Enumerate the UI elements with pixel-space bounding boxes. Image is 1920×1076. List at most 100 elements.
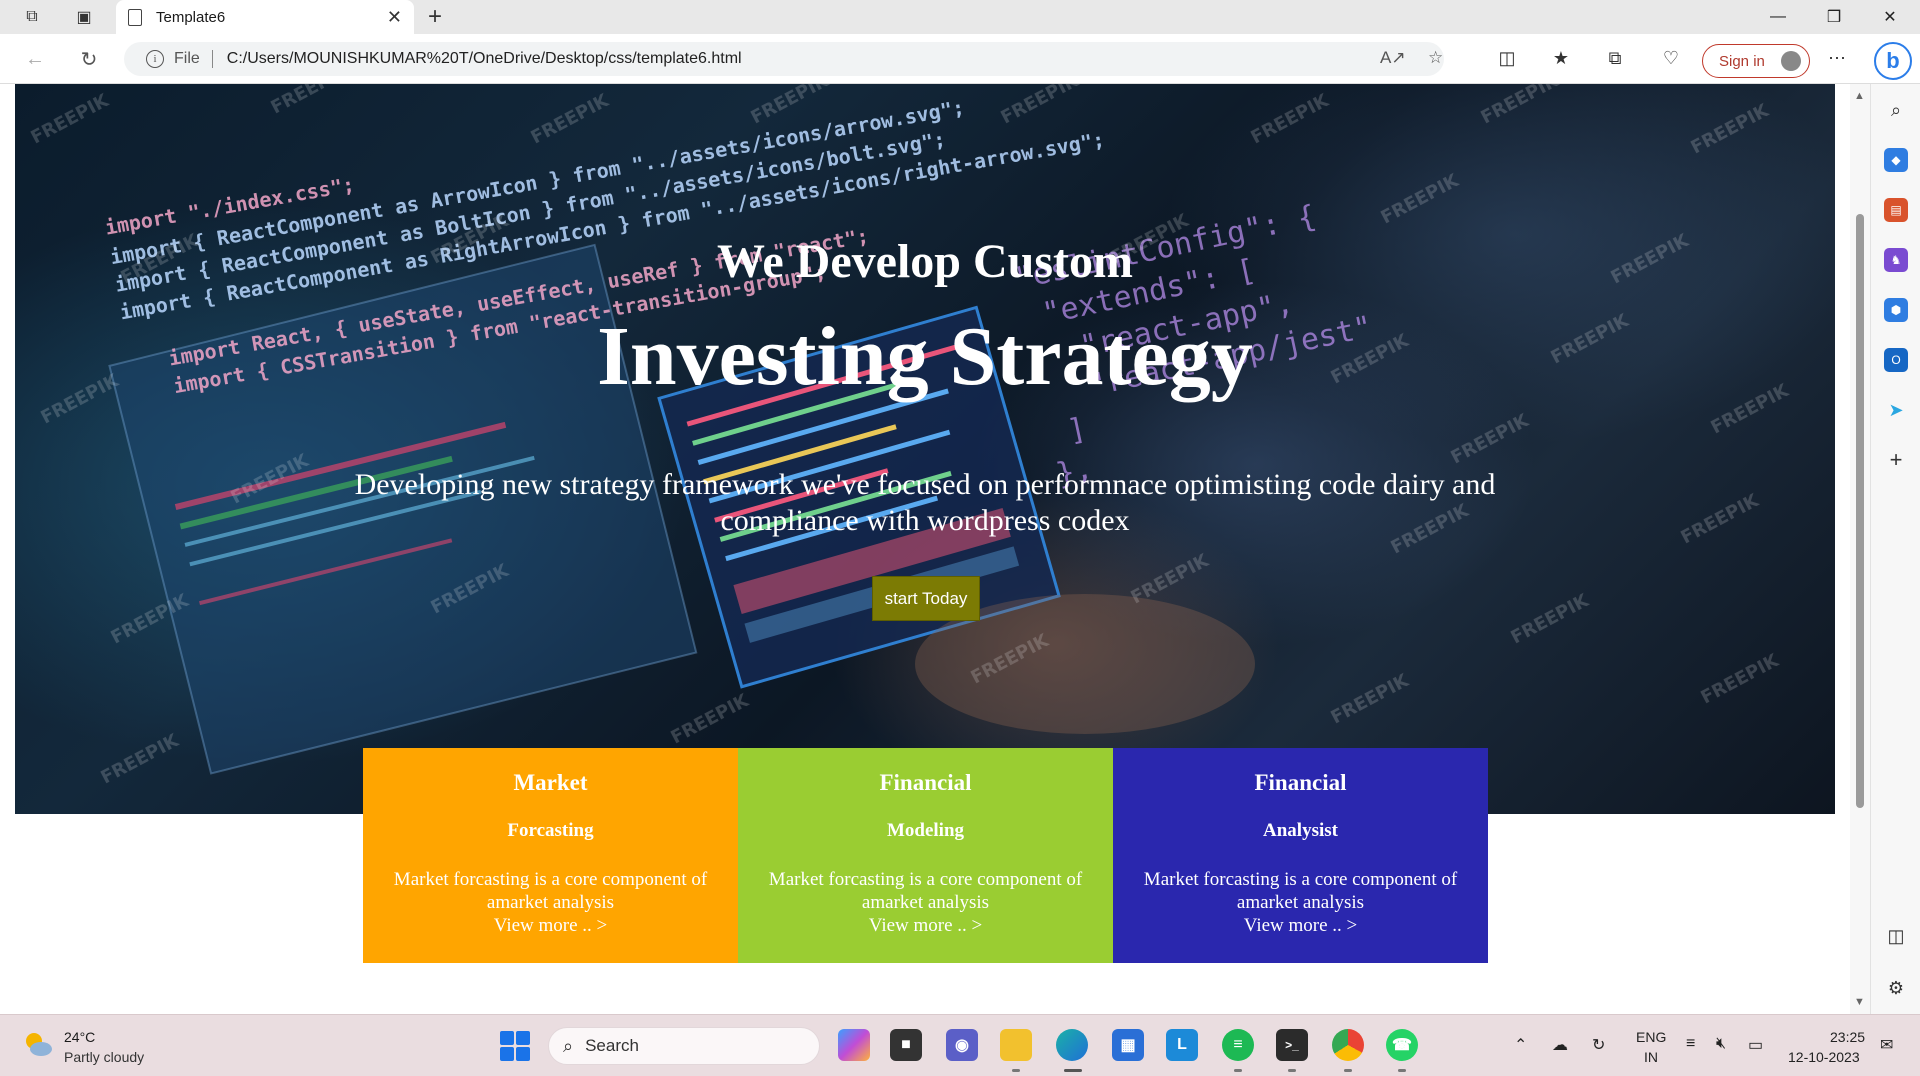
browser-tab[interactable]: Template6 ✕ [116,0,414,34]
running-indicator [1344,1069,1352,1072]
refresh-icon[interactable]: ↻ [74,44,104,74]
file-explorer-window-icon[interactable]: ■ [890,1029,922,1061]
close-tab-icon[interactable]: ✕ [387,7,402,28]
svg-text:FREEPIK: FREEPIK [1377,170,1462,229]
vertical-scrollbar[interactable]: ▲ ▼ [1850,84,1870,1014]
tools-briefcase-icon[interactable]: ▤ [1884,198,1908,222]
sign-in-button[interactable]: Sign in [1702,44,1810,78]
favorites-icon[interactable]: ★ [1548,48,1574,69]
hero-section: import "./index.css"; import { ReactComp… [15,84,1835,814]
microsoft-365-icon[interactable]: ⬢ [1884,298,1908,322]
shopping-tag-icon[interactable]: ◆ [1884,148,1908,172]
onedrive-icon[interactable]: ☁ [1552,1035,1568,1055]
svg-text:]: ] [1064,411,1089,449]
games-icon[interactable]: ♞ [1884,248,1908,272]
spotify-icon[interactable]: ≡ [1222,1029,1254,1061]
weather-condition[interactable]: Partly cloudy [64,1049,144,1065]
card-financial-analysist: Financial Analysist Market forcasting is… [1113,748,1488,963]
minimize-button[interactable]: — [1750,0,1806,34]
svg-text:FREEPIK: FREEPIK [27,90,112,149]
svg-text:FREEPIK: FREEPIK [1477,84,1562,128]
scroll-thumb[interactable] [1856,214,1864,808]
avatar-icon [1781,51,1801,71]
weather-temp[interactable]: 24°C [64,1029,95,1045]
hero-title-line1: We Develop Custom [717,235,1133,288]
bing-copilot-icon[interactable]: b [1874,42,1912,80]
card-financial-modeling: Financial Modeling Market forcasting is … [738,748,1113,963]
workspaces-icon[interactable]: ⧉ [14,0,50,34]
card-text: Market forcasting is a core component of… [1143,869,1458,913]
svg-text:FREEPIK: FREEPIK [267,84,352,118]
file-explorer-icon[interactable] [1000,1029,1032,1061]
svg-text:FREEPIK: FREEPIK [1327,670,1412,729]
scroll-up-arrow-icon[interactable]: ▲ [1854,90,1865,102]
svg-text:FREEPIK: FREEPIK [97,730,182,789]
split-screen-icon[interactable]: ◫ [1494,48,1520,69]
collections-icon[interactable]: ⧉ [1602,48,1628,69]
search-placeholder: Search [585,1036,639,1055]
show-hidden-icons-chevron-icon[interactable]: ⌃ [1514,1035,1527,1055]
region-indicator[interactable]: IN [1644,1049,1658,1065]
address-toolbar: ← ↻ i File C:/Users/MOUNISHKUMAR%20T/One… [0,34,1920,84]
teams-chat-icon[interactable]: ◉ [946,1029,978,1061]
maximize-button[interactable]: ❒ [1806,0,1862,34]
close-window-button[interactable]: ✕ [1862,0,1918,34]
scroll-down-arrow-icon[interactable]: ▼ [1854,996,1865,1008]
address-bar[interactable]: i File C:/Users/MOUNISHKUMAR%20T/OneDriv… [124,42,1444,76]
volume-muted-icon[interactable]: 🔇︎ [1716,1035,1726,1053]
running-indicator [1234,1069,1242,1072]
l-app-icon[interactable]: L [1166,1029,1198,1061]
taskbar-search[interactable]: ⌕ Search [548,1027,820,1065]
card-subtitle: Modeling [886,820,965,841]
back-icon[interactable]: ← [20,44,50,74]
clock-time[interactable]: 23:25 [1830,1029,1865,1045]
tab-actions-icon[interactable]: ▣ [66,0,102,34]
browser-essentials-icon[interactable]: ♡ [1658,48,1684,69]
browser-title-bar: ⧉ ▣ Template6 ✕ + — ❒ ✕ [0,0,1920,34]
card-title: Financial [879,770,972,795]
running-indicator [1398,1069,1406,1072]
settings-gear-icon[interactable]: ⚙ [1884,976,1908,1000]
read-aloud-icon[interactable]: A↗ [1380,48,1406,68]
view-more-link[interactable]: View more .. > [1113,914,1488,937]
card-title: Market [513,770,588,795]
search-icon[interactable]: ⌕ [1884,98,1908,122]
svg-text:FREEPIK: FREEPIK [1697,650,1782,709]
start-today-button[interactable]: start Today [872,576,980,621]
edge-icon[interactable] [1056,1029,1088,1061]
view-more-link[interactable]: View more .. > [738,914,1113,937]
outlook-icon[interactable]: O [1884,348,1908,372]
whatsapp-icon[interactable]: ☎ [1386,1029,1418,1061]
battery-icon[interactable]: ▭ [1748,1035,1763,1055]
new-tab-button[interactable]: + [420,2,450,32]
more-icon[interactable]: ⋯ [1824,48,1850,69]
sidebar-toggle-icon[interactable]: ◫ [1884,924,1908,948]
svg-text:FREEPIK: FREEPIK [527,90,612,149]
card-title: Financial [1254,770,1347,795]
view-more-link[interactable]: View more .. > [363,914,738,937]
clock-date[interactable]: 12-10-2023 [1788,1049,1860,1065]
sync-icon[interactable]: ↻ [1592,1035,1605,1055]
card-market-forcasting: Market Forcasting Market forcasting is a… [363,748,738,963]
wifi-icon[interactable]: ≡ [1686,1035,1695,1053]
store-icon[interactable]: ▦ [1112,1029,1144,1061]
edge-sidebar: ⌕ ◆ ▤ ♞ ⬢ O ➤ + ◫ ⚙ [1870,84,1920,1014]
url-text[interactable]: C:/Users/MOUNISHKUMAR%20T/OneDrive/Deskt… [227,50,742,68]
add-icon[interactable]: + [1884,447,1908,472]
info-icon[interactable]: i [146,50,164,68]
terminal-icon[interactable]: >_ [1276,1029,1308,1061]
url-scheme-label: File [174,50,200,67]
chrome-icon[interactable] [1332,1029,1364,1061]
favorite-star-icon[interactable]: ☆ [1428,48,1443,68]
svg-text:FREEPIK: FREEPIK [1127,550,1212,609]
notification-icon[interactable]: ✉ [1880,1035,1893,1055]
running-indicator [1288,1069,1296,1072]
svg-text:FREEPIK: FREEPIK [1247,90,1332,149]
copilot-app-icon[interactable] [838,1029,870,1061]
drop-send-icon[interactable]: ➤ [1884,398,1908,422]
language-indicator[interactable]: ENG [1636,1029,1666,1045]
windows-start-icon[interactable] [500,1031,530,1061]
svg-text:FREEPIK: FREEPIK [667,690,752,749]
url-separator [211,50,213,68]
page-icon [128,8,142,26]
